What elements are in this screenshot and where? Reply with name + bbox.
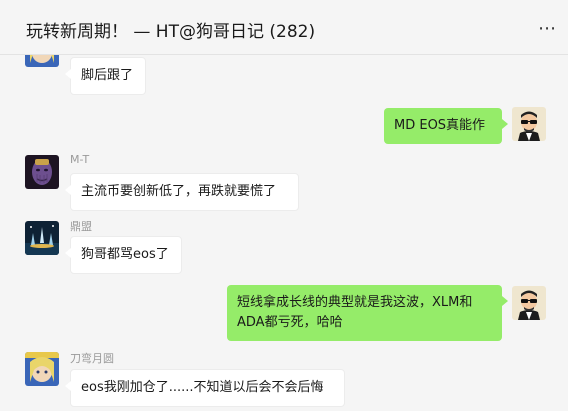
- more-options-icon[interactable]: ⋯: [538, 20, 557, 38]
- message-text: eos我刚加仓了......不知道以后会不会后悔: [81, 380, 324, 395]
- message-text: 主流币要创新低了，再跌就要慌了: [81, 184, 277, 199]
- message-bubble[interactable]: MD EOS真能作: [384, 108, 508, 144]
- sunglasses-avatar[interactable]: [512, 107, 546, 141]
- message-text: 狗哥都骂eos了: [81, 247, 169, 262]
- message-text: 短线拿成长线的典型就是我这波，XLM和 ADA都亏死，哈哈: [237, 295, 473, 330]
- message-bubble[interactable]: 狗哥都骂eos了: [65, 236, 182, 274]
- anime-avatar[interactable]: [25, 55, 59, 67]
- message-text: MD EOS真能作: [394, 118, 486, 133]
- message-text: 脚后跟了: [81, 68, 134, 83]
- sunglasses-avatar[interactable]: [512, 286, 546, 320]
- purple-villain-avatar[interactable]: [25, 155, 59, 189]
- message-bubble[interactable]: 短线拿成长线的典型就是我这波，XLM和 ADA都亏死，哈哈: [227, 285, 508, 341]
- message-bubble[interactable]: eos我刚加仓了......不知道以后会不会后悔: [65, 369, 345, 407]
- night-fountain-avatar[interactable]: [25, 221, 59, 255]
- chat-title: 玩转新周期！ — HT@狗哥日记 (282): [26, 22, 316, 42]
- chat-header: 玩转新周期！ — HT@狗哥日记 (282) ⋯: [0, 0, 568, 55]
- anime-avatar[interactable]: [25, 352, 59, 386]
- message-bubble[interactable]: 脚后跟了: [65, 57, 146, 95]
- sender-name: M-T: [70, 153, 90, 166]
- message-bubble[interactable]: 主流币要创新低了，再跌就要慌了: [65, 173, 299, 211]
- sender-name: 刀弯月圆: [70, 352, 114, 365]
- message-list[interactable]: 脚后跟了 MD EOS真能作 M-T 主流币要创新低了，再跌就要慌了 鼎盟 狗哥…: [0, 55, 568, 411]
- sender-name: 鼎盟: [70, 220, 92, 233]
